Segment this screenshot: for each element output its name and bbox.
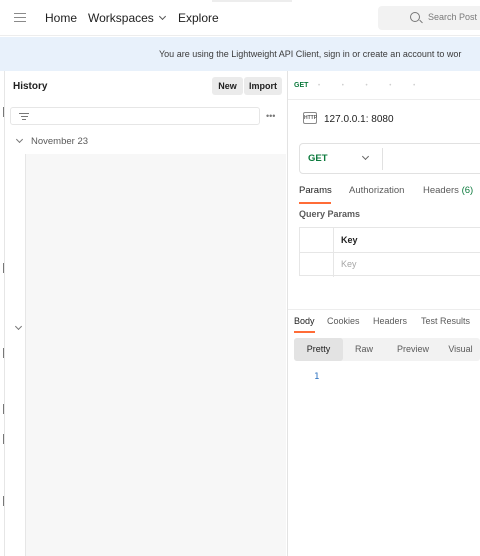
- tab-cookies[interactable]: Cookies: [327, 316, 360, 326]
- active-tab-indicator: [299, 202, 331, 204]
- view-pretty[interactable]: Pretty: [294, 338, 343, 361]
- http-request-icon: HTTP: [303, 112, 317, 124]
- rail-marker: [3, 404, 4, 414]
- signin-banner: You are using the Lightweight API Client…: [0, 37, 480, 71]
- nav-explore-link[interactable]: Explore: [178, 11, 219, 25]
- view-preview[interactable]: Preview: [385, 338, 441, 361]
- tab-test-results[interactable]: Test Results: [421, 316, 470, 326]
- banner-text[interactable]: You are using the Lightweight API Client…: [159, 49, 461, 59]
- tab-headers-label: Headers: [423, 185, 459, 196]
- filter-icon: [19, 113, 29, 122]
- chevron-down-icon: [15, 135, 24, 144]
- rail-marker: [3, 348, 4, 358]
- tab-params[interactable]: Params: [299, 185, 332, 196]
- history-title: History: [13, 81, 48, 92]
- editor-line-number: 1: [314, 372, 320, 382]
- chevron-down-icon: [158, 12, 166, 21]
- request-tab-method[interactable]: GET: [294, 82, 308, 89]
- response-view-switcher: Pretty Raw Preview Visual: [294, 338, 480, 361]
- pane-splitter[interactable]: [287, 71, 288, 556]
- chevron-down-icon[interactable]: [361, 152, 370, 161]
- query-params-heading: Query Params: [299, 209, 361, 219]
- http-method-select[interactable]: GET: [308, 153, 328, 164]
- table-row-divider: [300, 252, 480, 253]
- request-tabs: Params Authorization Headers (6): [299, 182, 480, 204]
- history-group-label: November 23: [31, 136, 89, 147]
- request-title-row: HTTP 127.0.0.1: 8080: [288, 108, 480, 130]
- response-tabs: Body Cookies Headers Test Results: [294, 313, 480, 333]
- top-navbar: Home Workspaces Explore Search Post: [0, 0, 480, 36]
- request-tab-strip: GET • • • • •: [288, 72, 480, 100]
- search-input[interactable]: Search Post: [378, 6, 480, 30]
- view-raw[interactable]: Raw: [343, 338, 385, 361]
- search-icon: [410, 12, 420, 22]
- history-list: [26, 154, 286, 556]
- query-params-table: Key Key: [299, 227, 480, 277]
- new-button[interactable]: New: [212, 77, 243, 95]
- rail-marker: [3, 434, 4, 444]
- more-options-icon[interactable]: •••: [266, 111, 275, 121]
- history-header: History New Import: [6, 72, 287, 100]
- method-divider: [382, 148, 383, 170]
- top-accent-bar: [212, 0, 292, 2]
- import-button[interactable]: Import: [244, 77, 282, 95]
- request-tab-title[interactable]: • • • • •: [318, 83, 425, 89]
- key-column-header: Key: [341, 235, 358, 245]
- rail-marker: [3, 107, 4, 117]
- tab-authorization[interactable]: Authorization: [349, 185, 404, 196]
- url-bar: GET: [299, 143, 480, 174]
- view-visual[interactable]: Visual: [441, 338, 480, 361]
- rail-marker: [3, 496, 4, 506]
- request-name[interactable]: 127.0.0.1: 8080: [324, 114, 394, 125]
- tab-headers[interactable]: Headers (6): [423, 185, 473, 196]
- chevron-down-icon[interactable]: [14, 322, 23, 331]
- window-edge-rail: [0, 71, 5, 556]
- search-placeholder: Search Post: [428, 12, 478, 22]
- tab-body[interactable]: Body: [294, 316, 315, 326]
- nav-home-link[interactable]: Home: [45, 11, 77, 25]
- active-tab-indicator: [294, 331, 315, 333]
- history-group-november-23[interactable]: November 23: [6, 132, 287, 152]
- nav-workspaces-dropdown[interactable]: Workspaces: [88, 11, 166, 25]
- rail-marker: [3, 263, 4, 273]
- tab-response-headers[interactable]: Headers: [373, 316, 407, 326]
- history-filter-input[interactable]: [10, 107, 260, 125]
- response-divider[interactable]: [288, 309, 480, 310]
- headers-count-badge: (6): [461, 185, 474, 196]
- key-input[interactable]: Key: [341, 259, 357, 269]
- history-filter-row: •••: [6, 106, 287, 128]
- nav-workspaces-label: Workspaces: [88, 11, 154, 25]
- hamburger-menu-icon[interactable]: [14, 13, 26, 23]
